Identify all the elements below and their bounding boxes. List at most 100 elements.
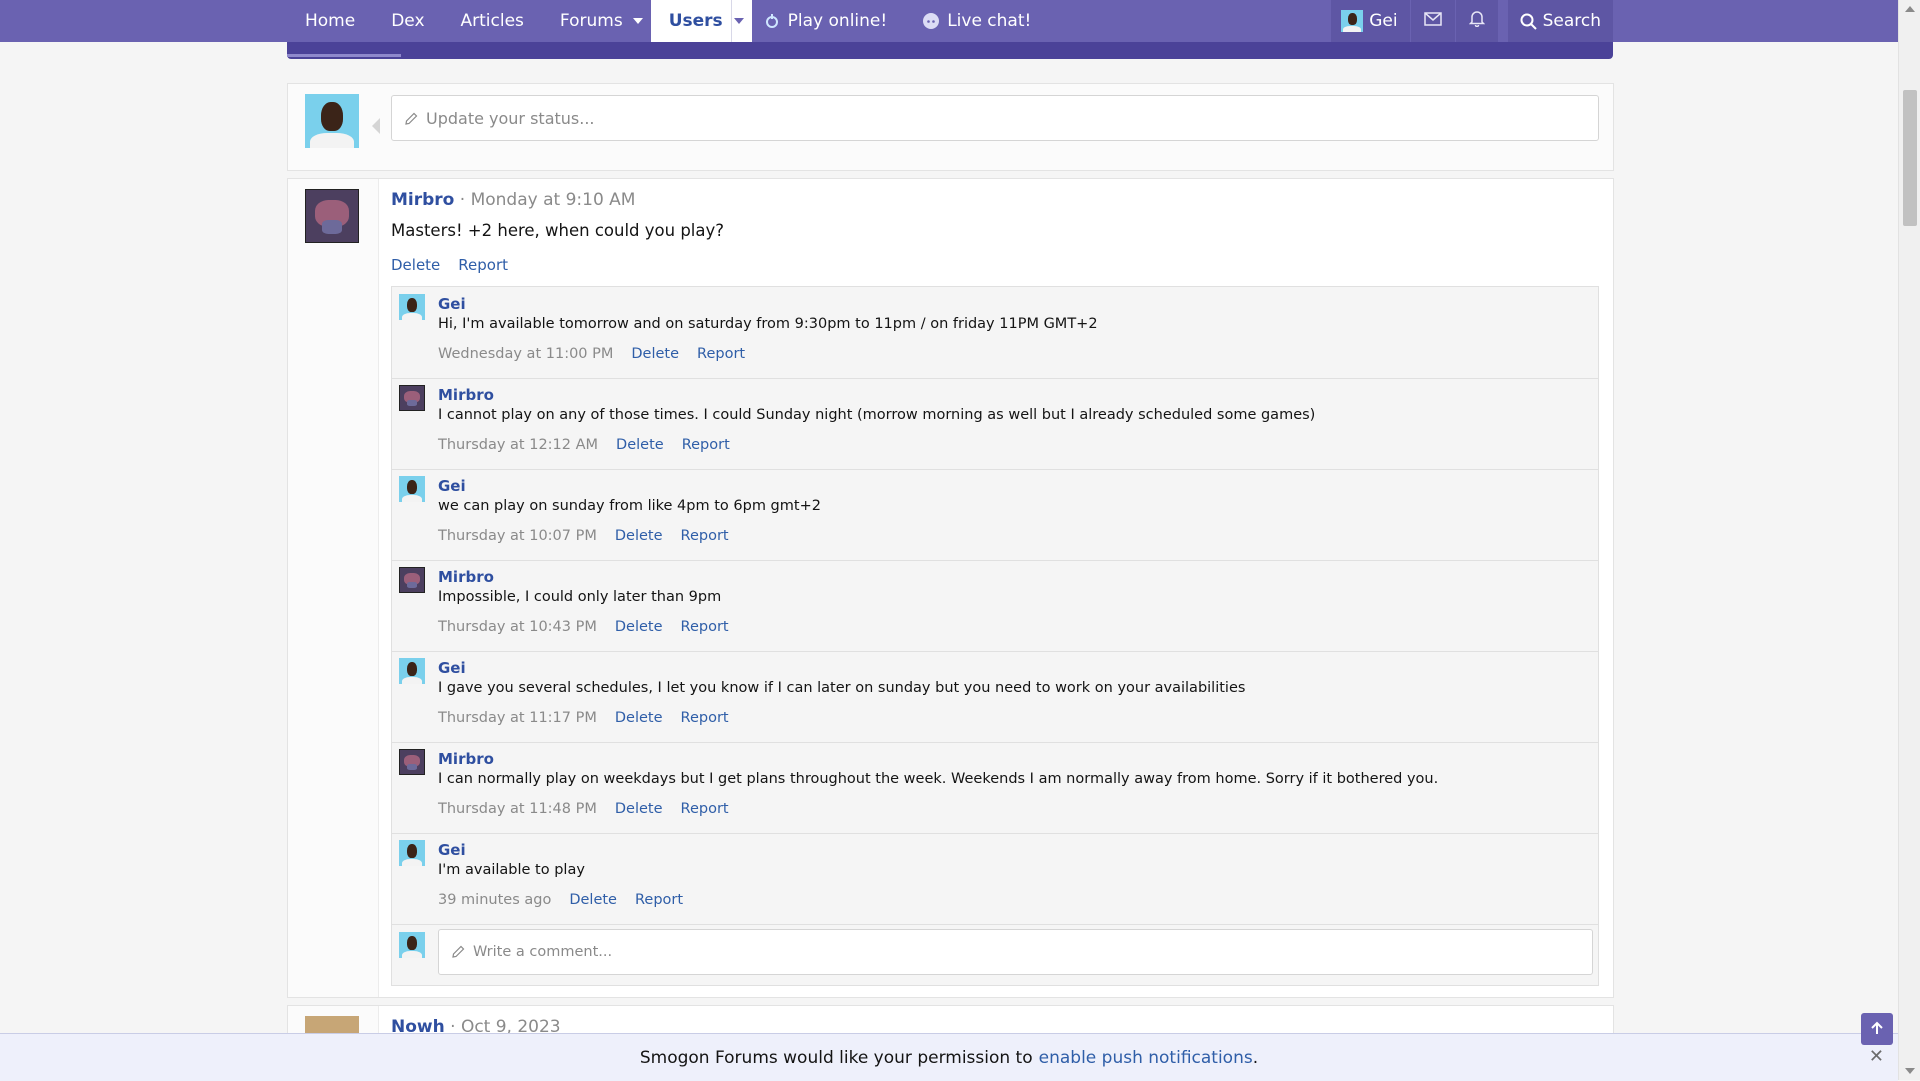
report-link[interactable]: Report	[681, 528, 729, 544]
avatar[interactable]	[305, 94, 359, 148]
comment-author[interactable]: Mirbro	[438, 750, 494, 768]
comment-author[interactable]: Mirbro	[438, 386, 494, 404]
push-notification-banner: Smogon Forums would like your permission…	[0, 1033, 1898, 1081]
delete-link[interactable]: Delete	[615, 528, 663, 544]
comment-timestamp[interactable]: Thursday at 11:48 PM	[438, 801, 597, 817]
comment-footer: Thursday at 11:17 PM Delete Report	[438, 710, 747, 726]
nav-inner: Home Dex Articles Forums Users Play onli…	[287, 0, 1613, 42]
search-button[interactable]: Search	[1507, 0, 1613, 42]
report-link[interactable]: Report	[681, 801, 729, 817]
caret-decoration	[372, 118, 380, 134]
account-username: Gei	[1369, 11, 1398, 31]
enable-push-link[interactable]: enable push notifications	[1039, 1048, 1253, 1068]
comment-item: Mirbro I cannot play on any of those tim…	[392, 378, 1598, 470]
avatar[interactable]	[399, 385, 425, 411]
live-chat-label: Live chat!	[947, 11, 1032, 31]
nav-tab-articles[interactable]: Articles	[443, 0, 542, 42]
scroll-thumb[interactable]	[1903, 90, 1917, 226]
avatar[interactable]	[399, 749, 425, 775]
nav-account-area: Gei Search	[1330, 0, 1613, 42]
comment-timestamp[interactable]: Thursday at 10:07 PM	[438, 528, 597, 544]
comment-placeholder: Write a comment...	[473, 944, 613, 960]
top-navbar: Home Dex Articles Forums Users Play onli…	[0, 0, 1898, 42]
delete-link[interactable]: Delete	[615, 801, 663, 817]
scroll-up-arrow[interactable]	[1905, 6, 1915, 12]
chevron-down-icon	[733, 18, 744, 24]
alerts-button[interactable]	[1455, 0, 1498, 42]
notification-text: Smogon Forums would like your permission…	[639, 1047, 1033, 1068]
envelope-icon	[1423, 11, 1442, 31]
avatar[interactable]	[399, 476, 425, 502]
comment-timestamp[interactable]: Wednesday at 11:00 PM	[438, 346, 613, 362]
comment-item: Gei I'm available to play 39 minutes ago…	[392, 833, 1598, 925]
comment-input[interactable]: Write a comment...	[438, 929, 1593, 975]
comment-footer: Thursday at 10:43 PM Delete Report	[438, 619, 747, 635]
comment-author[interactable]: Gei	[438, 295, 466, 313]
nav-tab-play-online[interactable]: Play online!	[752, 0, 906, 42]
profile-post: Mirbro · Monday at 9:10 AM Masters! +2 h…	[287, 178, 1614, 998]
discord-icon	[923, 13, 940, 29]
post-timestamp[interactable]: Monday at 9:10 AM	[471, 190, 636, 210]
delete-link[interactable]: Delete	[631, 346, 679, 362]
comment-text: I can normally play on weekdays but I ge…	[438, 771, 1439, 787]
inbox-button[interactable]	[1410, 0, 1455, 42]
search-label: Search	[1542, 11, 1601, 31]
comment-item: Mirbro Impossible, I could only later th…	[392, 560, 1598, 652]
play-online-icon	[764, 13, 780, 29]
avatar[interactable]	[399, 840, 425, 866]
avatar[interactable]	[399, 294, 425, 320]
delete-link[interactable]: Delete	[615, 619, 663, 635]
arrow-up-icon	[1870, 1020, 1884, 1039]
comment-timestamp[interactable]: Thursday at 10:43 PM	[438, 619, 597, 635]
scroll-down-arrow[interactable]	[1905, 1068, 1915, 1074]
avatar[interactable]	[399, 932, 425, 958]
delete-link[interactable]: Delete	[615, 710, 663, 726]
bell-icon	[1468, 10, 1485, 32]
comment-timestamp[interactable]: Thursday at 12:12 AM	[438, 437, 598, 453]
write-comment-row: Write a comment...	[392, 924, 1598, 984]
nav-tab-forums[interactable]: Forums	[542, 0, 631, 42]
pencil-icon	[451, 945, 465, 959]
chevron-down-icon	[632, 18, 643, 24]
comment-author[interactable]: Gei	[438, 659, 466, 677]
comment-text: I'm available to play	[438, 862, 585, 878]
comment-item: Mirbro I can normally play on weekdays b…	[392, 742, 1598, 834]
report-link[interactable]: Report	[682, 437, 730, 453]
avatar[interactable]	[399, 658, 425, 684]
avatar[interactable]	[305, 189, 359, 243]
nav-tab-home[interactable]: Home	[287, 0, 373, 42]
nav-tab-dex[interactable]: Dex	[373, 0, 442, 42]
comment-timestamp[interactable]: 39 minutes ago	[438, 892, 551, 908]
avatar[interactable]	[399, 567, 425, 593]
report-link[interactable]: Report	[681, 710, 729, 726]
page-scrollbar[interactable]	[1898, 0, 1920, 1080]
report-link[interactable]: Report	[697, 346, 745, 362]
post-actions: Delete Report	[391, 256, 526, 274]
delete-link[interactable]: Delete	[569, 892, 617, 908]
report-link[interactable]: Report	[681, 619, 729, 635]
delete-link[interactable]: Delete	[391, 256, 440, 274]
forums-dropdown-toggle[interactable]	[631, 0, 651, 42]
comment-author[interactable]: Gei	[438, 841, 466, 859]
report-link[interactable]: Report	[458, 256, 508, 274]
scroll-to-top-button[interactable]	[1861, 1013, 1893, 1045]
profile-tabs-strip	[287, 42, 1613, 59]
comment-timestamp[interactable]: Thursday at 11:17 PM	[438, 710, 597, 726]
comment-footer: Thursday at 12:12 AM Delete Report	[438, 437, 748, 453]
users-dropdown-toggle[interactable]	[730, 0, 752, 42]
comment-item: Gei I gave you several schedules, I let …	[392, 651, 1598, 743]
close-icon[interactable]: ✕	[1869, 1046, 1884, 1067]
comment-text: we can play on sunday from like 4pm to 6…	[438, 498, 821, 514]
post-author[interactable]: Mirbro	[391, 190, 454, 210]
nav-tab-live-chat[interactable]: Live chat!	[905, 0, 1049, 42]
report-link[interactable]: Report	[635, 892, 683, 908]
comment-footer: Thursday at 11:48 PM Delete Report	[438, 801, 747, 817]
separator: ·	[459, 190, 466, 210]
comment-author[interactable]: Mirbro	[438, 568, 494, 586]
post-header: Mirbro · Monday at 9:10 AM	[391, 190, 635, 210]
nav-tab-users[interactable]: Users	[650, 0, 731, 42]
comment-author[interactable]: Gei	[438, 477, 466, 495]
delete-link[interactable]: Delete	[616, 437, 664, 453]
status-input[interactable]: Update your status...	[391, 95, 1599, 141]
account-menu-button[interactable]: Gei	[1331, 0, 1410, 42]
